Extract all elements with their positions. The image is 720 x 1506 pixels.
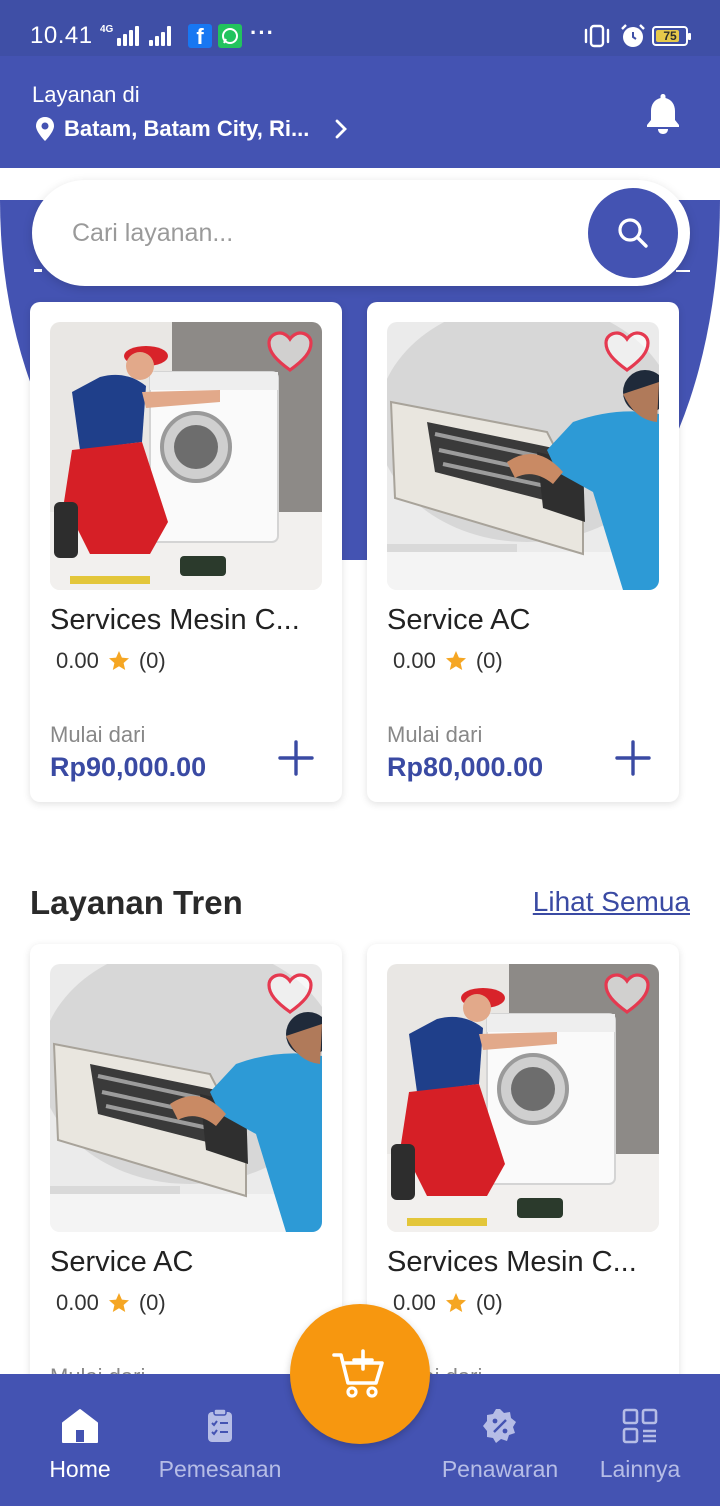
service-card[interactable]: Service AC 0.00 (0) Mulai dari Rp80,000.… (367, 302, 679, 802)
price-from-label: Mulai dari (50, 722, 146, 747)
service-title: Service AC (50, 1246, 194, 1278)
alarm-icon (621, 24, 645, 47)
cart-button[interactable] (290, 1304, 430, 1444)
service-title: Service AC (387, 604, 531, 636)
service-title: Services Mesin C... (50, 604, 300, 636)
grid-menu-icon (622, 1408, 658, 1444)
facebook-icon: f (188, 24, 212, 49)
service-price: Rp90,000.00 (50, 752, 207, 782)
search-button[interactable] (588, 188, 678, 278)
add-to-cart-button[interactable] (276, 738, 316, 778)
favorite-heart-icon[interactable] (266, 972, 314, 1016)
nav-offers[interactable]: Penawaran (430, 1406, 570, 1483)
signal-icon: 4G (100, 24, 172, 46)
search-bar (32, 180, 690, 286)
service-rating: 0.00 (0) (56, 648, 166, 673)
price-from-label: Mulai dari (387, 722, 483, 747)
notification-bell-icon[interactable] (644, 92, 682, 136)
whatsapp-icon (218, 24, 242, 48)
vibrate-icon (584, 24, 610, 48)
nav-home[interactable]: Home (10, 1406, 150, 1483)
location-selector[interactable]: Batam, Batam City, Ri... (34, 116, 351, 142)
service-rating: 0.00 (0) (56, 1290, 166, 1315)
search-input[interactable] (72, 210, 572, 256)
service-rating: 0.00 (0) (393, 1290, 503, 1315)
star-icon (107, 649, 131, 673)
more-notifications-icon: ··· (250, 20, 275, 45)
service-location-label: Layanan di (32, 82, 140, 107)
star-icon (444, 649, 468, 673)
see-all-link[interactable]: Lihat Semua (533, 886, 690, 918)
favorite-heart-icon[interactable] (603, 330, 651, 374)
star-icon (107, 1291, 131, 1315)
service-title: Services Mesin C... (387, 1246, 637, 1278)
star-icon (444, 1291, 468, 1315)
app-header: Layanan di Batam, Batam City, Ri... (0, 56, 720, 168)
trending-section-title: Layanan Tren (30, 884, 243, 921)
cart-add-icon (332, 1349, 384, 1398)
home-icon (62, 1409, 98, 1443)
favorite-heart-icon[interactable] (603, 972, 651, 1016)
add-to-cart-button[interactable] (613, 738, 653, 778)
search-icon (618, 218, 648, 248)
chevron-right-icon (335, 119, 348, 139)
discount-badge-icon (483, 1409, 516, 1443)
service-rating: 0.00 (0) (393, 648, 503, 673)
status-bar: 10.41 4G f ··· 75 (0, 0, 720, 56)
service-price: Rp80,000.00 (387, 752, 544, 782)
nav-more[interactable]: Lainnya (570, 1406, 710, 1483)
clipboard-icon (208, 1408, 232, 1442)
favorite-heart-icon[interactable] (266, 330, 314, 374)
location-pin-icon (36, 117, 54, 141)
status-time: 10.41 (30, 22, 93, 49)
location-text: Batam, Batam City, Ri... (64, 116, 310, 141)
battery-icon: 75 (652, 26, 691, 46)
nav-orders[interactable]: Pemesanan (150, 1406, 290, 1483)
service-card[interactable]: Services Mesin C... 0.00 (0) Mulai dari … (30, 302, 342, 802)
